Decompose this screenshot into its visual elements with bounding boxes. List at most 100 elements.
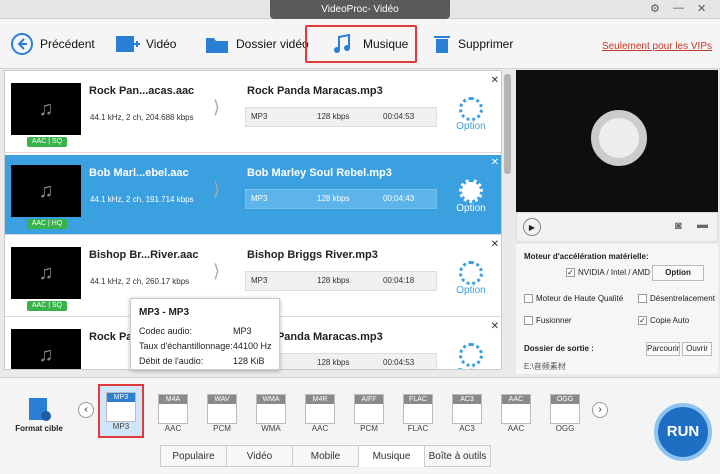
chevron-left-icon: ‹ [84,404,88,415]
output-duration: 00:04:53 [383,112,415,121]
option-label: Option [456,285,486,296]
category-tab[interactable]: Vidéo [226,445,293,467]
format-item[interactable]: WAV PCM [202,394,242,438]
snapshot-icon[interactable]: ◙ [675,220,682,232]
source-info: 44.1 kHz, 2 ch, 260.17 kbps [90,277,190,286]
codec-option-button[interactable]: Option [451,179,491,214]
tooltip-key: Débit de l'audio: [139,356,204,366]
option-label: Option [456,367,485,369]
audio-file-icon: WAV [207,394,237,424]
scroll-thumb[interactable] [504,74,511,174]
preview-window [516,70,718,212]
autocopy-checkbox[interactable]: ✓ Copie Auto [638,316,689,326]
output-bitrate: 128 kbps [317,276,350,285]
play-icon[interactable]: ▶ [523,218,541,236]
open-button[interactable]: Ouvrir [682,342,712,356]
prev-formats-button[interactable]: ‹ [78,402,94,418]
format-label: AC3 [459,424,475,433]
merge-checkbox[interactable]: Fusionner [524,316,572,326]
category-tab[interactable]: Musique [358,445,425,467]
hw-option-button[interactable]: Option [652,265,704,281]
source-filename: Rock Pan...acas.aac [89,85,195,97]
category-tab[interactable]: Boîte à outils [424,445,491,467]
quality-tag: AAC | SQ [27,137,67,147]
format-label: AAC [507,424,525,433]
remove-item-icon[interactable]: ✕ [491,321,499,332]
close-window-icon[interactable]: ✕ [697,2,706,15]
option-label: Option [456,203,486,214]
list-scrollbar[interactable] [503,70,512,370]
hw-option-label: Option [665,268,691,277]
target-format-label: Format cible [15,424,63,433]
format-item[interactable]: AC3 AC3 [447,394,487,438]
music-label: Musique [363,37,409,51]
run-button[interactable]: RUN [654,403,712,461]
format-item[interactable]: M4A AAC [153,394,193,438]
high-quality-label: Moteur de Haute Qualité [536,294,624,303]
music-note-icon: ♫ [11,83,81,135]
trash-icon [434,36,450,53]
category-tab[interactable]: Populaire [160,445,227,467]
codec-option-button[interactable]: Option [451,261,491,296]
hw-accel-checkbox[interactable]: ✓ NVIDIA / Intel / AMD [566,268,650,278]
format-label: AAC [164,424,182,433]
category-tab[interactable]: Mobile [292,445,359,467]
toolbar: Précédent Vidéo Dossier vidéo Musique Su… [0,19,720,69]
tooltip-title: MP3 - MP3 [139,307,190,318]
settings-icon[interactable]: ⚙ [650,2,660,15]
format-item[interactable]: AIFF PCM [349,394,389,438]
format-item[interactable]: WMA WMA [251,394,291,438]
output-format: MP3 [251,194,268,203]
browse-button[interactable]: Parcourir [646,342,680,356]
music-plus-icon [334,33,350,53]
remove-item-icon[interactable]: ✕ [491,239,499,250]
audio-file-icon: AC3 [452,394,482,424]
list-item[interactable]: ♫ AAC | HQ Bob Marl...ebel.aac 44.1 kHz,… [5,155,501,235]
list-item[interactable]: ♫ AAC | SQ Rock Pan...acas.aac 44.1 kHz,… [5,73,501,153]
remove-item-icon[interactable]: ✕ [491,157,499,168]
format-item[interactable]: OGG OGG [545,394,585,438]
format-item[interactable]: MP3 MP3 [98,384,144,438]
tooltip-value: MP3 [233,326,252,336]
add-folder-button[interactable]: Dossier vidéo [204,28,309,60]
codec-option-button[interactable]: Option [451,97,491,132]
format-header: FLAC [404,395,432,404]
output-filename[interactable]: Bishop Briggs River.mp3 [247,249,378,261]
add-music-button[interactable]: Musique [305,25,417,63]
back-label: Précédent [40,37,95,51]
deinterlace-checkbox[interactable]: Désentrelacement [638,294,715,304]
vip-link[interactable]: Seulement pour les VIPs [602,41,712,52]
next-formats-button[interactable]: › [592,402,608,418]
source-filename: Bishop Br...River.aac [89,249,199,261]
delete-button[interactable]: Supprimer [432,28,513,60]
output-bitrate: 128 kbps [317,112,350,121]
music-note-icon: ♫ [11,165,81,217]
remove-item-icon[interactable]: ✕ [491,75,499,86]
target-format-button[interactable]: Format cible [14,396,64,433]
audio-file-icon: OGG [550,394,580,424]
output-duration: 00:04:53 [383,358,415,367]
format-item[interactable]: FLAC FLAC [398,394,438,438]
folder-icon[interactable]: ▬ [697,219,708,231]
audio-file-icon: FLAC [403,394,433,424]
videoproc-logo [591,110,647,166]
codec-gear-icon [459,261,483,285]
output-filename[interactable]: Rock Panda Maracas.mp3 [247,85,383,97]
format-header: M4R [306,395,334,404]
deinterlace-label: Désentrelacement [650,294,715,303]
tooltip-key: Codec audio: [139,326,193,336]
chevron-right-icon: › [598,404,602,415]
high-quality-checkbox[interactable]: Moteur de Haute Qualité [524,294,624,304]
checkbox-icon [638,294,647,304]
format-item[interactable]: M4R AAC [300,394,340,438]
output-path: E:\音频素材 [524,362,566,371]
checkbox-icon: ✓ [638,316,647,326]
codec-gear-icon [459,97,483,121]
back-button[interactable]: Précédent [10,28,95,60]
output-filename[interactable]: Bob Marley Soul Rebel.mp3 [247,167,392,179]
minimize-icon[interactable]: — [673,2,684,14]
add-video-button[interactable]: Vidéo [114,28,176,60]
codec-option-button[interactable]: Option [451,343,491,369]
format-item[interactable]: AAC AAC [496,394,536,438]
video-label: Vidéo [146,37,177,51]
